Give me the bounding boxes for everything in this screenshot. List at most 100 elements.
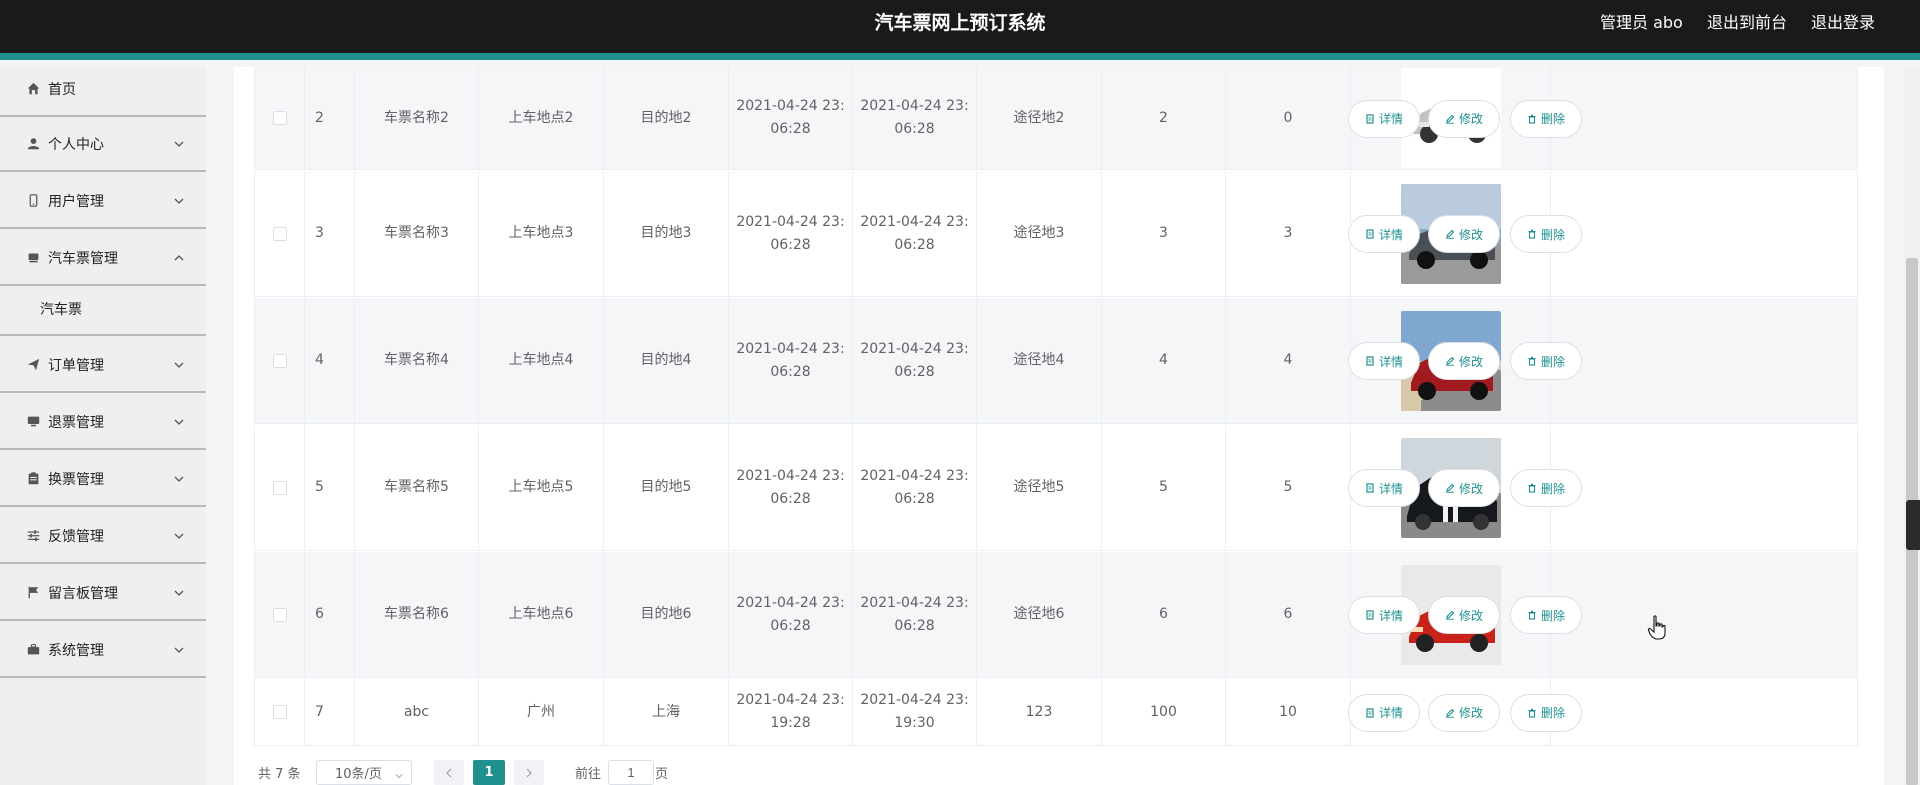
detail-button[interactable]: 详情	[1348, 469, 1420, 507]
detail-button[interactable]: 详情	[1348, 215, 1420, 253]
id-text: 2	[315, 109, 324, 126]
cell-via: 途径地4	[977, 298, 1102, 423]
cell-arrive: 2021-04-24 23: 06:28	[853, 298, 977, 423]
send-icon	[24, 356, 42, 374]
select-cell	[255, 425, 305, 550]
detail-button[interactable]: 详情	[1348, 342, 1420, 380]
cell-price: 4	[1102, 298, 1226, 423]
cell-id: 5	[305, 425, 355, 550]
sidebar-item-label: 汽车票管理	[48, 250, 118, 267]
board-text: 上车地点3	[508, 225, 574, 241]
sidebar-item-label: 反馈管理	[48, 528, 104, 545]
sidebar-item-home[interactable]: 首页	[0, 62, 206, 117]
cell-board: 广州	[479, 679, 604, 745]
seats-text: 3	[1283, 225, 1293, 241]
delete-button-label: 删除	[1540, 608, 1565, 623]
chevron-down-icon	[174, 645, 184, 655]
sidebar-item-refunds[interactable]: 退票管理	[0, 395, 206, 450]
sidebar-item-users[interactable]: 用户管理	[0, 174, 206, 229]
back-to-front-link[interactable]: 退出到前台	[1707, 9, 1787, 33]
row-checkbox[interactable]	[272, 353, 287, 368]
edit-button[interactable]: 修改	[1428, 215, 1500, 253]
delete-button[interactable]: 删除	[1510, 342, 1582, 380]
table-row: 6 车票名称6 上车地点6 目的地6 2021-04-24 23: 06:28 2021-…	[254, 552, 1858, 678]
detail-button[interactable]: 详情	[1348, 596, 1420, 634]
phone-icon	[24, 192, 42, 210]
goto-label: 前往	[575, 767, 602, 782]
board-text: 上车地点6	[508, 606, 574, 622]
goto-page-input[interactable]	[608, 760, 654, 785]
depart-text: 2021-04-24 23: 06:28	[736, 213, 845, 253]
detail-button[interactable]: 详情	[1348, 693, 1420, 732]
delete-button[interactable]: 删除	[1510, 99, 1582, 138]
prev-page-button[interactable]	[434, 760, 464, 785]
cell-arrive: 2021-04-24 23: 06:28	[853, 425, 977, 550]
cell-price: 100	[1102, 679, 1226, 745]
name-text: 车票名称5	[384, 479, 449, 495]
delete-button-label: 删除	[1540, 481, 1565, 496]
user-label: 管理员 abo	[1600, 13, 1683, 32]
edit-button[interactable]: 修改	[1428, 342, 1500, 380]
cell-price: 5	[1102, 425, 1226, 550]
cell-id: 7	[305, 679, 355, 745]
row-checkbox[interactable]	[272, 607, 287, 622]
id-text: 6	[315, 606, 324, 622]
board-text: 上车地点2	[508, 109, 574, 126]
trash-icon	[1527, 708, 1537, 718]
row-checkbox[interactable]	[272, 480, 287, 495]
detail-button[interactable]: 详情	[1348, 99, 1420, 138]
sidebar-item-system[interactable]: 系统管理	[0, 623, 206, 678]
edit-button[interactable]: 修改	[1428, 596, 1500, 634]
sidebar-item-orders[interactable]: 订单管理	[0, 338, 206, 393]
delete-button-label: 删除	[1540, 112, 1565, 126]
side-widget-tab[interactable]	[1906, 500, 1920, 550]
edit-button[interactable]: 修改	[1428, 99, 1500, 138]
detail-button-label: 详情	[1378, 112, 1403, 126]
actions-cell	[1551, 679, 1859, 745]
sidebar-item-profile[interactable]: 个人中心	[0, 117, 206, 172]
file-icon	[1365, 356, 1375, 366]
sidebar-subitem-ticket[interactable]: 汽车票	[0, 284, 206, 336]
delete-button[interactable]: 删除	[1510, 596, 1582, 634]
name-text: 车票名称6	[384, 606, 449, 622]
id-text: 5	[315, 479, 324, 495]
cell-id: 6	[305, 552, 355, 677]
sidebar-item-messages[interactable]: 留言板管理	[0, 566, 206, 621]
row-checkbox[interactable]	[272, 705, 287, 719]
edit-button[interactable]: 修改	[1428, 469, 1500, 507]
cell-name: 车票名称2	[355, 67, 479, 169]
row-checkbox[interactable]	[272, 226, 287, 241]
sidebar-item-feedback[interactable]: 反馈管理	[0, 509, 206, 564]
sidebar-item-tickets[interactable]: 汽车票管理	[0, 231, 206, 286]
cell-arrive: 2021-04-24 23: 06:28	[853, 171, 977, 296]
delete-button[interactable]: 删除	[1510, 469, 1582, 507]
cell-board: 上车地点4	[479, 298, 604, 423]
sidebar-item-label: 换票管理	[48, 471, 104, 488]
delete-button[interactable]: 删除	[1510, 215, 1582, 253]
logout-link[interactable]: 退出登录	[1811, 9, 1875, 33]
price-text: 4	[1159, 352, 1168, 368]
dest-text: 目的地4	[640, 352, 692, 368]
sidebar-item-exchanges[interactable]: 换票管理	[0, 452, 206, 507]
cell-via: 途径地6	[977, 552, 1102, 677]
page-size-select[interactable]: 10条/页	[316, 760, 412, 785]
chevron-down-icon	[174, 588, 184, 598]
edit-button[interactable]: 修改	[1428, 693, 1500, 732]
via-text: 途径地3	[1013, 225, 1065, 241]
seats-text: 4	[1283, 352, 1293, 368]
select-cell	[255, 552, 305, 677]
table-row: 7 abc 广州 上海 2021-04-24 23: 19:28 2021-04-24 2…	[254, 679, 1858, 746]
header-accent-bar	[0, 53, 1920, 60]
cell-price: 6	[1102, 552, 1226, 677]
row-checkbox[interactable]	[272, 111, 287, 125]
hand-cursor-icon	[1647, 615, 1666, 640]
cell-dest: 目的地4	[604, 298, 729, 423]
pagination: 共 7 条 10条/页 1 前往 页	[258, 760, 858, 785]
next-page-button[interactable]	[514, 760, 544, 785]
file-icon	[1365, 707, 1375, 718]
delete-button[interactable]: 删除	[1510, 693, 1582, 732]
cell-depart: 2021-04-24 23: 06:28	[729, 552, 853, 677]
page-number-button[interactable]: 1	[473, 760, 505, 785]
cell-depart: 2021-04-24 23: 06:28	[729, 425, 853, 550]
arrive-text: 2021-04-24 23: 06:28	[860, 340, 969, 380]
